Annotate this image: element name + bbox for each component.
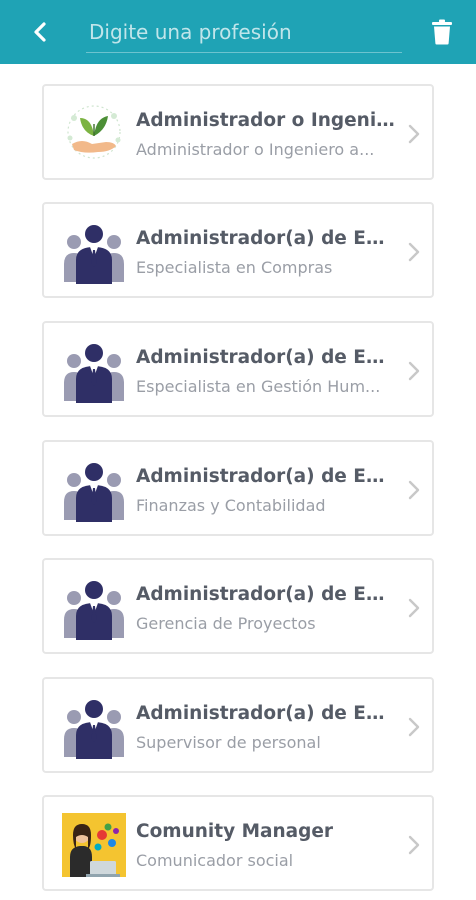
business-people-icon: [64, 700, 124, 759]
list-item[interactable]: Administrador(a) de Emp... Supervisor de…: [42, 677, 434, 773]
business-people-icon: [64, 463, 124, 522]
item-title: Administrador(a) de Emp...: [136, 228, 398, 249]
chevron-right-icon: [408, 717, 420, 737]
item-subtitle: Comunicador social: [136, 851, 294, 870]
business-people-icon: [64, 344, 124, 403]
back-button[interactable]: [22, 14, 58, 50]
top-app-bar: [0, 0, 476, 64]
eco-hand-leaves-icon: [62, 102, 126, 166]
item-title: Administrador(a) de Emp...: [136, 466, 398, 487]
clear-button[interactable]: [424, 14, 460, 50]
chevron-right-icon: [408, 124, 420, 144]
chevron-right-icon: [408, 361, 420, 381]
business-people-icon: [64, 581, 124, 640]
community-manager-icon: [62, 813, 126, 877]
item-subtitle: Especialista en Compras: [136, 258, 333, 277]
chevron-right-icon: [408, 242, 420, 262]
item-title: Administrador(a) de Emp...: [136, 347, 398, 368]
list-item[interactable]: Administrador(a) de Emp... Especialista …: [42, 202, 434, 298]
item-subtitle: Finanzas y Contabilidad: [136, 496, 326, 515]
chevron-right-icon: [408, 835, 420, 855]
item-title: Administrador(a) de Emp...: [136, 584, 398, 605]
trash-icon: [432, 19, 452, 45]
item-subtitle: Gerencia de Proyectos: [136, 614, 316, 633]
item-title: Administrador o Ingenier...: [136, 110, 398, 131]
item-subtitle: Administrador o Ingeniero a...: [136, 140, 375, 159]
item-subtitle: Especialista en Gestión Hum...: [136, 377, 381, 396]
list-item[interactable]: Administrador(a) de Emp... Gerencia de P…: [42, 558, 434, 654]
business-people-icon: [64, 225, 124, 284]
search-field: [86, 12, 402, 53]
item-subtitle: Supervisor de personal: [136, 733, 321, 752]
item-title: Comunity Manager: [136, 821, 334, 842]
chevron-right-icon: [408, 480, 420, 500]
profession-search-input[interactable]: [86, 12, 402, 52]
chevron-left-icon: [34, 22, 46, 42]
list-item[interactable]: Comunity Manager Comunicador social: [42, 795, 434, 891]
item-title: Administrador(a) de Emp...: [136, 703, 398, 724]
chevron-right-icon: [408, 598, 420, 618]
list-item[interactable]: Administrador(a) de Emp... Especialista …: [42, 321, 434, 417]
list-item[interactable]: Administrador o Ingenier... Administrado…: [42, 84, 434, 180]
list-item[interactable]: Administrador(a) de Emp... Finanzas y Co…: [42, 440, 434, 536]
